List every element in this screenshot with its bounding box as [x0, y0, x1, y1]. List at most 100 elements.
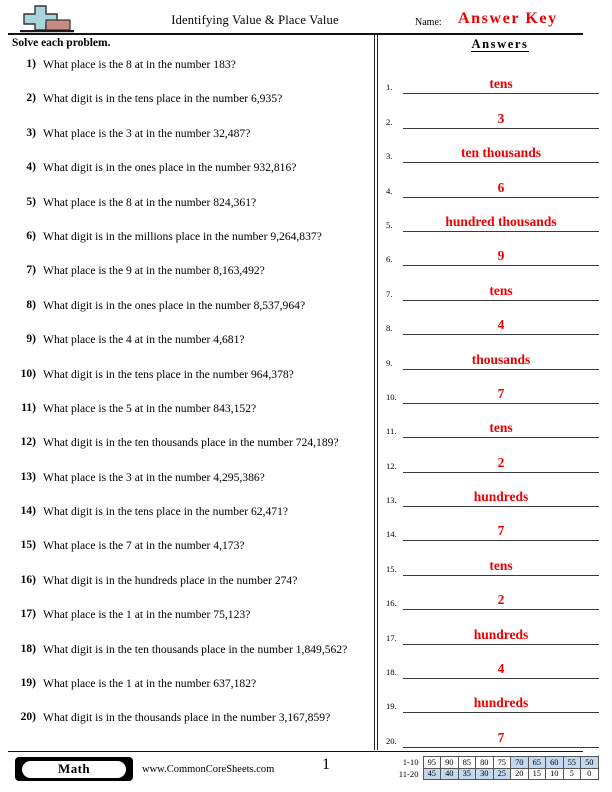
question-text: What place is the 5 at in the number 843…: [43, 401, 257, 415]
score-scale-table: 1-10 95 90 85 80 75 70 65 60 55 50 11-20 45 40 35 30 25 2…: [389, 756, 599, 780]
question-row: 8) What digit is in the ones place in the…: [10, 299, 368, 333]
answer-number: 5.: [386, 219, 393, 230]
answer-row: 1. tens: [386, 70, 606, 104]
answer-number: 20.: [386, 735, 397, 746]
question-row: 12) What digit is in the ten thousands pl…: [10, 436, 368, 470]
answer-blank-line: [403, 746, 599, 748]
question-text: What digit is in the tens place in the n…: [43, 92, 283, 106]
question-row: 4) What digit is in the ones place in the…: [10, 161, 368, 195]
answer-number: 19.: [386, 701, 397, 712]
answer-row: 16. 2: [386, 586, 606, 620]
question-text: What place is the 1 at in the number 75,…: [43, 608, 251, 622]
score-cell: 70: [510, 756, 529, 769]
answer-blank-line: [403, 506, 599, 508]
question-number: 8): [26, 298, 36, 311]
answers-heading: Answers: [400, 37, 600, 52]
answer-blank-line: [403, 609, 599, 611]
score-cell: 20: [510, 767, 529, 780]
header-divider-rule: [8, 33, 583, 35]
answer-value: ten thousands: [461, 145, 541, 161]
answer-row: 19. hundreds: [386, 689, 606, 723]
score-table-body: 1-10 95 90 85 80 75 70 65 60 55 50 11-20 45 40 35 30 25 2…: [389, 756, 599, 780]
score-cell: 75: [492, 756, 511, 769]
score-cell: 65: [527, 756, 546, 769]
instructions-label: Solve each problem.: [12, 37, 111, 49]
answer-row: 10. 7: [386, 380, 606, 414]
question-row: 18) What digit is in the ten thousands pl…: [10, 643, 368, 677]
question-row: 19) What place is the 1 at in the number …: [10, 677, 368, 711]
answer-number: 9.: [386, 357, 393, 368]
answer-blank-line: [403, 471, 599, 473]
answer-row: 6. 9: [386, 242, 606, 276]
answer-value: 2: [497, 592, 505, 608]
page-number: 1: [322, 756, 330, 773]
question-text: What place is the 7 at in the number 4,1…: [43, 539, 245, 553]
question-text: What digit is in the tens place in the n…: [43, 367, 294, 381]
answer-blank-line: [403, 437, 599, 439]
question-number: 11): [21, 401, 36, 414]
score-cell: 25: [492, 767, 511, 780]
answer-value: 4: [497, 661, 505, 677]
score-cell: 0: [580, 767, 599, 780]
answer-row: 5. hundred thousands: [386, 208, 606, 242]
answer-number: 3.: [386, 151, 393, 162]
page-title: Identifying Value & Place Value: [171, 13, 339, 27]
question-text: What place is the 1 at in the number 637…: [43, 677, 257, 691]
question-number: 13): [20, 470, 36, 483]
question-number: 10): [20, 367, 36, 380]
answer-row: 17. hundreds: [386, 620, 606, 654]
answer-number: 16.: [386, 598, 397, 609]
score-cell: 15: [527, 767, 546, 780]
answer-value: 7: [497, 523, 505, 539]
answer-row: 8. 4: [386, 311, 606, 345]
answer-number: 17.: [386, 632, 397, 643]
score-row-label: 1-10: [402, 757, 419, 768]
footer-divider-rule: [8, 751, 583, 752]
answer-blank-line: [403, 334, 599, 336]
question-row: 15) What place is the 7 at in the number …: [10, 539, 368, 573]
answer-value: tens: [489, 76, 513, 92]
answer-number: 10.: [386, 391, 397, 402]
answer-number: 4.: [386, 185, 393, 196]
answer-value: tens: [489, 420, 513, 436]
score-cell: 45: [422, 767, 441, 780]
answer-value: hundred thousands: [445, 213, 557, 229]
answer-value: 2: [497, 454, 505, 470]
score-cell: 5: [562, 767, 581, 780]
question-text: What place is the 9 at in the number 8,1…: [43, 264, 265, 278]
answer-value: tens: [489, 557, 513, 573]
answer-row: 11. tens: [386, 414, 606, 448]
answer-number: 18.: [386, 667, 397, 678]
answer-row: 20. 7: [386, 723, 606, 757]
answer-value: 9: [497, 248, 505, 264]
answer-number: 1.: [386, 82, 393, 93]
subject-badge-label: Math: [22, 760, 126, 778]
answer-blank-line: [403, 574, 599, 576]
question-number: 2): [26, 92, 36, 105]
answer-row: 18. 4: [386, 655, 606, 689]
answer-blank-line: [403, 230, 599, 232]
question-number: 20): [20, 711, 36, 724]
answer-blank-line: [403, 299, 599, 301]
question-number: 6): [26, 229, 36, 242]
answer-value: hundreds: [473, 695, 529, 711]
answer-value: tens: [489, 282, 513, 298]
question-text: What place is the 8 at in the number 824…: [43, 195, 257, 209]
answer-value: 3: [497, 110, 505, 126]
answer-blank-line: [403, 93, 599, 95]
question-row: 10) What digit is in the tens place in th…: [10, 368, 368, 402]
question-row: 5) What place is the 8 at in the number 8…: [10, 196, 368, 230]
answer-row: 3. ten thousands: [386, 139, 606, 173]
answer-value: 7: [497, 385, 505, 401]
question-text: What digit is in the ten thousands place…: [43, 642, 348, 656]
answer-blank-line: [403, 368, 599, 370]
question-text: What place is the 8 at in the number 183…: [43, 58, 236, 71]
question-row: 1) What place is the 8 at in the number 1…: [10, 58, 368, 92]
answer-number: 2.: [386, 116, 393, 127]
question-number: 17): [20, 608, 36, 621]
answer-blank-line: [403, 643, 599, 645]
score-cell: 90: [440, 756, 459, 769]
question-number: 12): [20, 436, 36, 449]
answer-blank-line: [403, 162, 599, 164]
question-number: 15): [20, 539, 36, 552]
